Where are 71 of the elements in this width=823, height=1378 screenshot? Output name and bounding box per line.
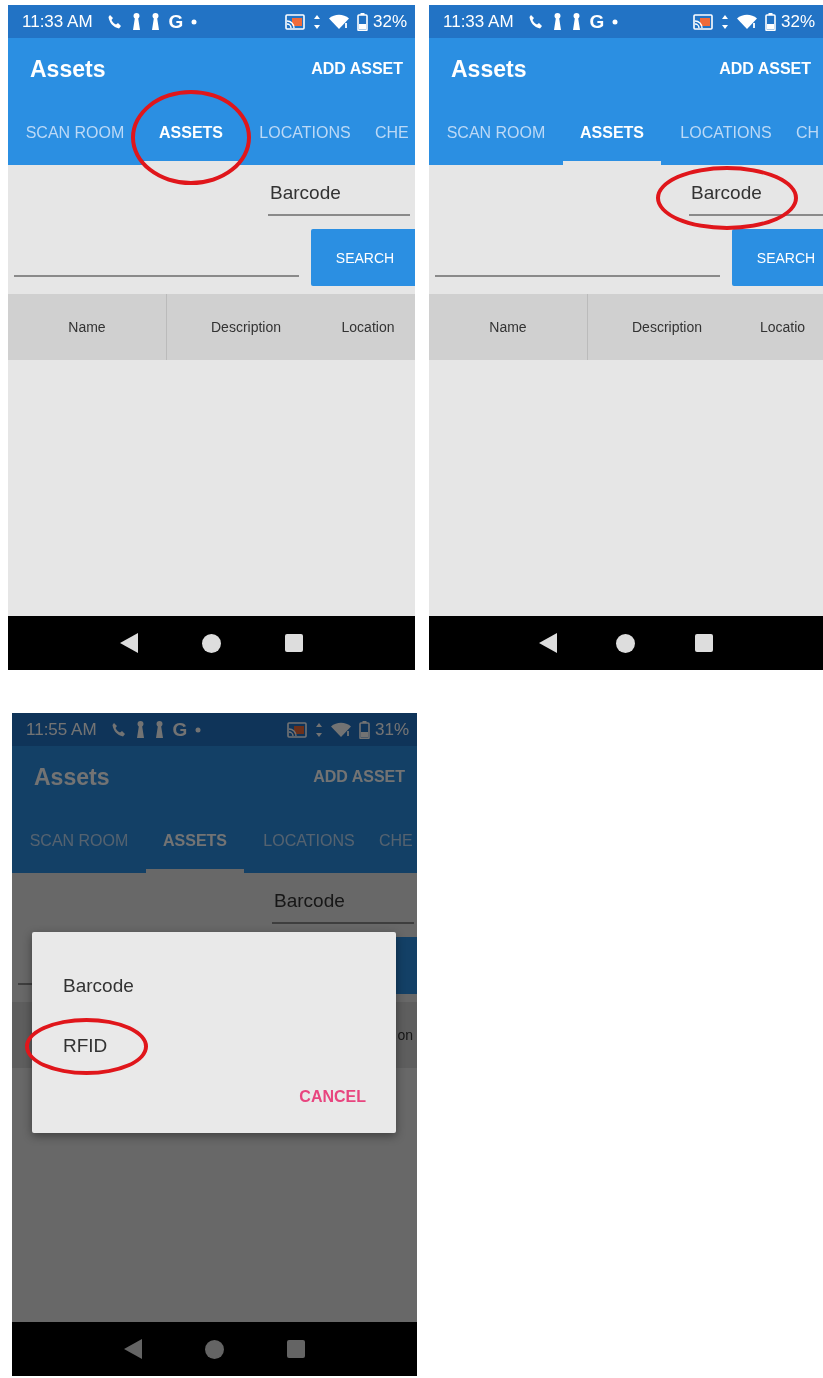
phone-icon bbox=[106, 13, 123, 30]
recents-icon[interactable] bbox=[695, 634, 714, 652]
app-title: Assets bbox=[30, 55, 107, 83]
mode-dropdown[interactable]: Barcode bbox=[268, 178, 410, 216]
column-header[interactable]: Description bbox=[632, 294, 702, 360]
notification-dot-icon bbox=[191, 18, 198, 25]
wifi-icon bbox=[330, 721, 351, 738]
app-title: Assets bbox=[451, 55, 528, 83]
notification-glyph: G bbox=[168, 10, 184, 33]
tab[interactable]: LOCATIONS bbox=[240, 100, 370, 165]
phone-icon bbox=[110, 721, 127, 738]
tab[interactable]: SCAN ROOM bbox=[8, 100, 142, 165]
app-title: Assets bbox=[34, 763, 111, 791]
battery-icon bbox=[764, 12, 776, 31]
notification-dot-icon bbox=[612, 18, 619, 25]
notification-glyph: G bbox=[172, 718, 188, 741]
battery-icon bbox=[356, 12, 368, 31]
cast-icon bbox=[692, 13, 713, 30]
person-icon bbox=[153, 720, 165, 739]
cancel-button[interactable]: CANCEL bbox=[299, 1084, 366, 1110]
wifi-icon bbox=[736, 13, 757, 30]
column-header[interactable]: on bbox=[397, 1002, 417, 1068]
notification-glyph: G bbox=[589, 10, 605, 33]
column-header[interactable]: Location bbox=[341, 294, 399, 360]
back-icon[interactable] bbox=[538, 633, 557, 653]
mode-dropdown[interactable]: Barcode bbox=[272, 886, 414, 924]
tab[interactable]: SCAN ROOM bbox=[429, 100, 563, 165]
data-arrows-icon bbox=[312, 13, 321, 30]
column-header[interactable]: Name bbox=[489, 294, 527, 360]
phone-icon bbox=[527, 13, 544, 30]
data-arrows-icon bbox=[720, 13, 729, 30]
status-time: 11:55 AM bbox=[26, 719, 97, 740]
tab[interactable]: ASSETS bbox=[142, 100, 240, 165]
notification-dot-icon bbox=[195, 726, 202, 733]
tab[interactable]: CHE bbox=[374, 808, 417, 873]
cast-icon bbox=[284, 13, 305, 30]
column-header[interactable]: Name bbox=[68, 294, 106, 360]
home-icon[interactable] bbox=[616, 633, 636, 653]
person-icon bbox=[551, 12, 563, 31]
tab[interactable]: LOCATIONS bbox=[661, 100, 791, 165]
battery-level: 32% bbox=[372, 11, 407, 32]
cast-icon bbox=[286, 721, 307, 738]
battery-level: 32% bbox=[780, 11, 815, 32]
tab[interactable]: CH bbox=[791, 100, 823, 165]
tab[interactable]: LOCATIONS bbox=[244, 808, 374, 873]
data-arrows-icon bbox=[314, 721, 323, 738]
battery-icon bbox=[358, 720, 370, 739]
column-header[interactable]: Locatio bbox=[759, 294, 810, 360]
person-icon bbox=[149, 12, 161, 31]
dialog-option[interactable]: RFID bbox=[63, 1029, 108, 1063]
home-icon[interactable] bbox=[202, 633, 221, 653]
person-icon bbox=[134, 720, 146, 739]
tab[interactable]: SCAN ROOM bbox=[12, 808, 146, 873]
person-icon bbox=[130, 12, 142, 31]
add-asset-button[interactable]: ADD ASSET bbox=[313, 762, 405, 792]
search-button[interactable]: SEARCH bbox=[311, 229, 415, 286]
status-time: 11:33 AM bbox=[443, 11, 514, 32]
mode-dropdown[interactable]: Barcode bbox=[689, 178, 823, 216]
add-asset-button[interactable]: ADD ASSET bbox=[719, 54, 811, 84]
back-icon[interactable] bbox=[120, 633, 138, 653]
dialog-option[interactable]: Barcode bbox=[63, 969, 134, 1003]
status-time: 11:33 AM bbox=[22, 11, 93, 32]
add-asset-button[interactable]: ADD ASSET bbox=[311, 54, 403, 84]
tab[interactable]: CHE bbox=[370, 100, 415, 165]
tab[interactable]: ASSETS bbox=[563, 100, 661, 165]
person-icon bbox=[570, 12, 582, 31]
wifi-icon bbox=[328, 13, 349, 30]
battery-level: 31% bbox=[374, 719, 409, 740]
search-button[interactable]: SEARCH bbox=[732, 229, 823, 286]
tab[interactable]: ASSETS bbox=[146, 808, 244, 873]
column-header[interactable]: Description bbox=[211, 294, 281, 360]
